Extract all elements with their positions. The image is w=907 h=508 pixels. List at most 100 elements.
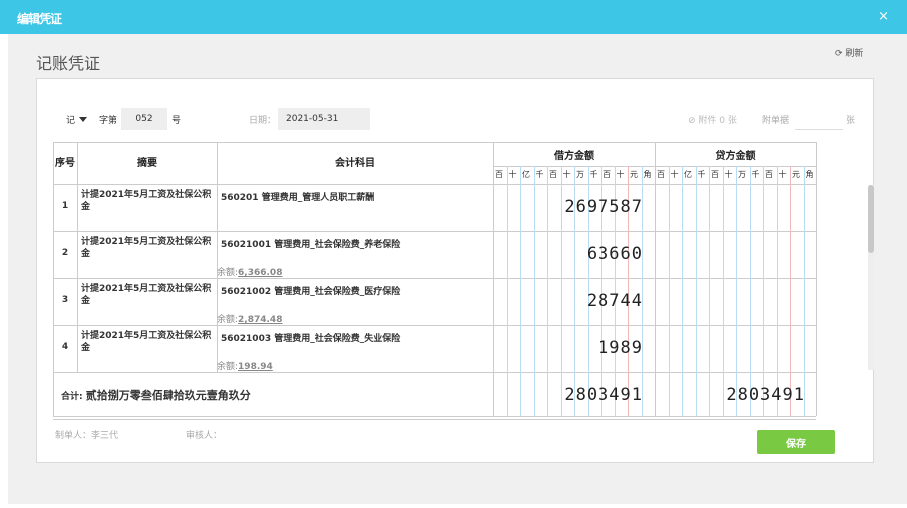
digit-grid-line <box>776 166 778 416</box>
scrollbar-thumb[interactable] <box>868 185 874 253</box>
digit-unit-label: 百 <box>765 170 773 179</box>
row-balance: 余额:6,366.08 <box>217 268 283 278</box>
digit-unit-label: 百 <box>657 170 665 179</box>
digit-unit-label: 亿 <box>522 170 530 179</box>
refresh-icon: ⟳ <box>835 49 843 59</box>
digit-unit-label: 十 <box>778 170 787 179</box>
table-column-line <box>655 142 656 416</box>
header-summary: 摘要 <box>137 158 157 169</box>
table-row-line <box>53 372 816 373</box>
header-credit: 贷方金额 <box>715 151 756 162</box>
row-summary[interactable]: 计提2021年5月工资及社保公积金 <box>81 189 215 213</box>
paperclip-icon: ⊘ <box>688 116 696 126</box>
voucher-table: 序号 摘要 会计科目 借方金额 贷方金额 百十亿千百十万千百十元角 百十亿千百十… <box>53 142 817 420</box>
digit-unit-label: 十 <box>562 170 571 179</box>
table-column-line <box>77 142 78 372</box>
digit-grid-line <box>736 166 737 416</box>
close-icon[interactable]: × <box>878 9 889 24</box>
row-number: 1 <box>61 201 69 211</box>
save-button[interactable]: 保存 <box>757 430 835 454</box>
digit-grid-line <box>749 166 751 416</box>
digit-unit-label: 十 <box>616 170 625 179</box>
maker-value: 李三代 <box>91 431 119 441</box>
digit-unit-label: 亿 <box>684 170 692 179</box>
number-prefix: 字第 <box>99 116 118 126</box>
row-debit-amount[interactable]: 28744 <box>493 291 643 311</box>
table-column-line <box>493 142 494 416</box>
row-subject[interactable]: 56021002 管理费用_社会保险费_医疗保险 <box>221 284 400 297</box>
refresh-button[interactable]: ⟳ 刷新 <box>835 46 863 59</box>
modal-header: 编辑凭证 × <box>0 0 907 34</box>
table-row-line <box>53 142 816 143</box>
table-row-line <box>53 278 816 279</box>
attachments-label: 附件 0 张 <box>698 116 737 126</box>
digit-unit-label: 元 <box>630 170 638 179</box>
doc-unit: 张 <box>846 116 856 126</box>
digit-unit-label: 千 <box>751 170 760 179</box>
digit-unit-label: 千 <box>589 170 598 179</box>
modal-title: 编辑凭证 <box>17 12 62 26</box>
row-number: 2 <box>61 248 69 258</box>
digit-unit-label: 百 <box>711 170 719 179</box>
doc-count-input[interactable] <box>795 118 843 130</box>
digit-grid-line <box>790 166 791 416</box>
attachments-link[interactable]: ⊘ 附件 0 张 <box>688 113 737 126</box>
digit-unit-label: 百 <box>495 170 503 179</box>
refresh-label: 刷新 <box>845 49 864 59</box>
digit-unit-label: 百 <box>603 170 611 179</box>
digit-unit-label: 千 <box>535 170 544 179</box>
chevron-down-icon <box>79 117 88 122</box>
date-label: 日期： <box>249 116 277 126</box>
row-debit-amount[interactable]: 1989 <box>493 338 643 358</box>
digit-grid-line <box>763 166 764 416</box>
digit-unit-label: 十 <box>724 170 733 179</box>
doc-label: 附单据 <box>762 116 790 126</box>
table-row-line <box>53 416 816 417</box>
table-row-line <box>53 231 816 232</box>
table-column-line <box>217 142 218 372</box>
header-subject: 会计科目 <box>335 158 375 169</box>
row-balance: 余额:198.94 <box>217 362 273 372</box>
digit-unit-label: 千 <box>697 170 706 179</box>
voucher-number-input[interactable]: 052 <box>121 108 167 130</box>
header-debit: 借方金额 <box>554 151 594 162</box>
date-input[interactable]: 2021-05-31 <box>278 108 370 130</box>
row-debit-amount[interactable]: 2697587 <box>493 197 643 217</box>
page-title: 记账凭证 <box>36 54 101 73</box>
table-row-line <box>53 325 816 326</box>
row-subject[interactable]: 56021003 管理费用_社会保险费_失业保险 <box>221 331 400 344</box>
reviewer-label: 审核人： <box>186 431 223 441</box>
table-row-line <box>53 184 816 185</box>
digit-unit-label: 万 <box>576 170 584 179</box>
row-number: 4 <box>61 342 69 352</box>
voucher-type-value: 记 <box>66 116 76 126</box>
digit-unit-label: 十 <box>508 170 517 179</box>
row-debit-amount[interactable]: 63660 <box>493 244 643 264</box>
digit-unit-label: 十 <box>670 170 679 179</box>
maker-label: 制单人：李三代 <box>55 431 119 441</box>
row-summary[interactable]: 计提2021年5月工资及社保公积金 <box>81 283 215 307</box>
digit-grid-line <box>682 166 683 416</box>
total-credit-amount: 2803491 <box>726 385 805 405</box>
table-column-line <box>816 142 817 416</box>
row-summary[interactable]: 计提2021年5月工资及社保公积金 <box>81 330 215 354</box>
digit-grid-line <box>709 166 710 416</box>
total-debit-amount: 2803491 <box>564 385 643 405</box>
digit-grid-line <box>695 166 697 416</box>
table-column-line <box>53 142 54 416</box>
digit-unit-label: 角 <box>805 170 814 179</box>
total-label: 合计: 贰拾捌万零叁佰肆拾玖元壹角玖分 <box>61 389 251 402</box>
digit-grid-line <box>668 166 670 416</box>
header-seq: 序号 <box>55 158 75 169</box>
digit-unit-label: 元 <box>792 170 800 179</box>
row-subject[interactable]: 560201 管理费用_管理人员职工薪酬 <box>221 190 374 203</box>
voucher-type-select[interactable]: 记 <box>66 113 88 126</box>
digit-grid-line <box>722 166 724 416</box>
row-subject[interactable]: 56021001 管理费用_社会保险费_养老保险 <box>221 237 400 250</box>
digit-grid-line <box>803 166 805 416</box>
row-number: 3 <box>61 295 69 305</box>
digit-unit-label: 万 <box>738 170 746 179</box>
row-summary[interactable]: 计提2021年5月工资及社保公积金 <box>81 236 215 260</box>
digit-unit-label: 角 <box>643 170 652 179</box>
digit-unit-label: 百 <box>549 170 557 179</box>
